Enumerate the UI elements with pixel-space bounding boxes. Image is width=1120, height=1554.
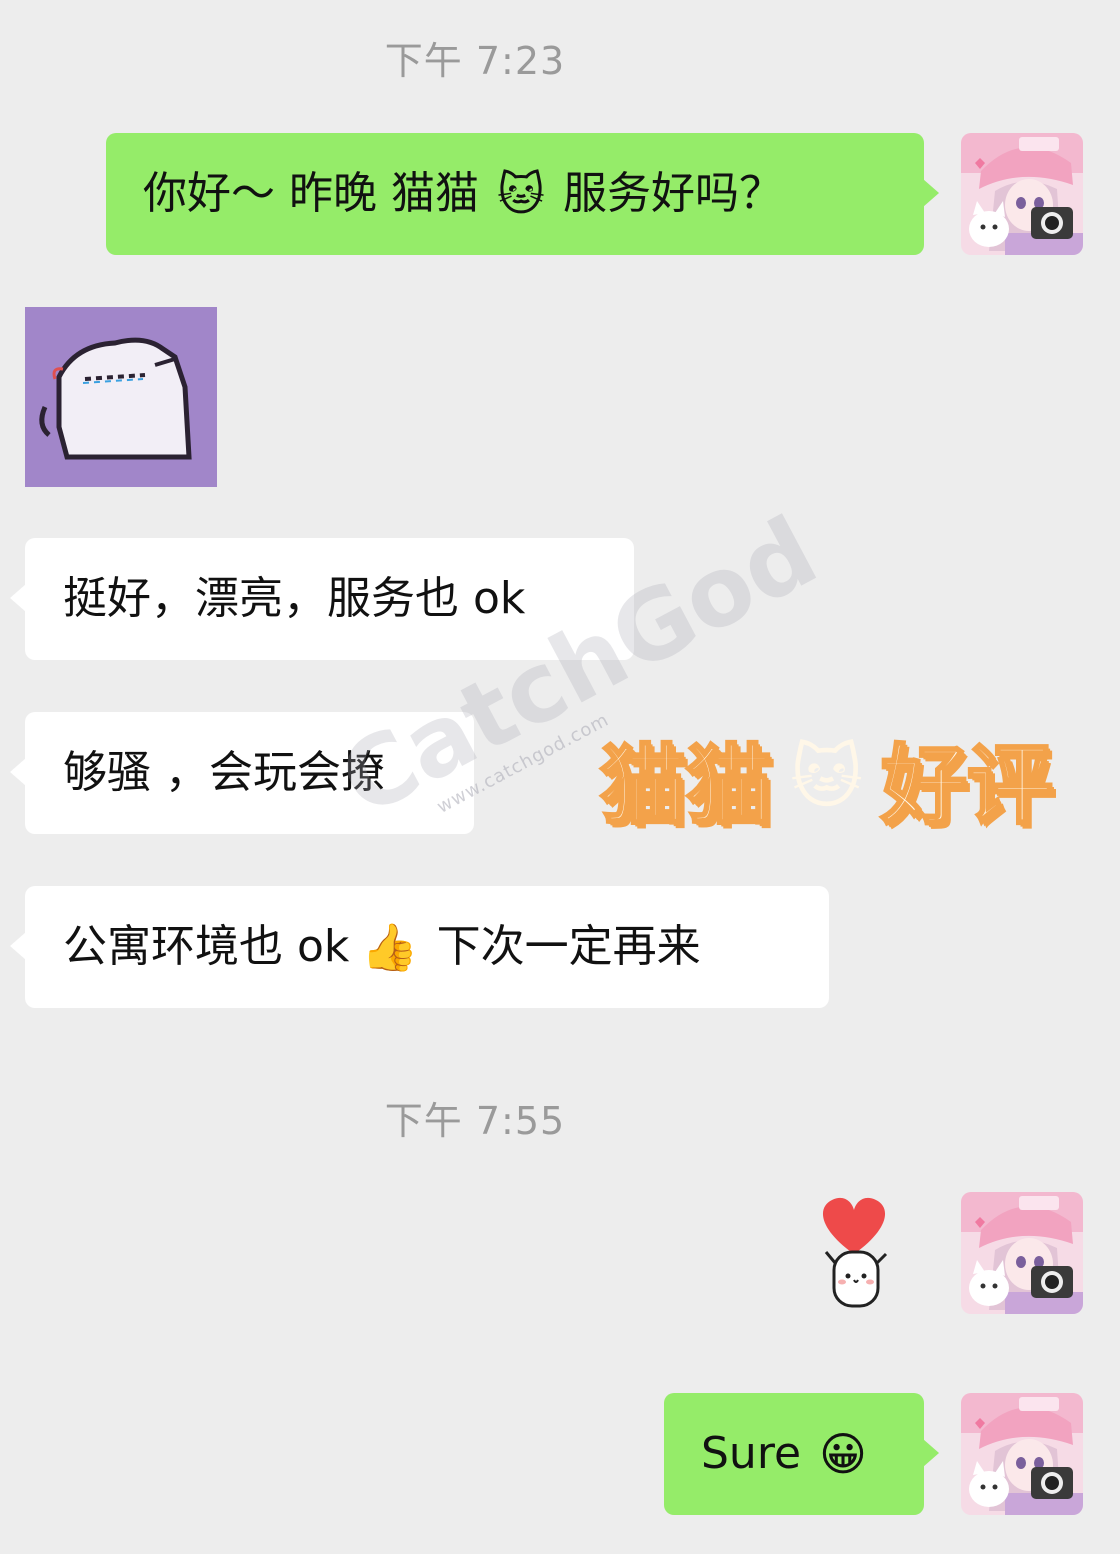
sticker-message[interactable]	[812, 1190, 896, 1318]
avatar[interactable]	[961, 133, 1083, 255]
anime-girl-with-camera-avatar-icon	[961, 1192, 1083, 1314]
outgoing-message[interactable]: 你好～ 昨晚 猫猫 🐱 服务好吗？	[106, 133, 939, 255]
praise-overlay: 猫猫 🐱 好评	[599, 722, 1055, 837]
overlay-text: 猫猫	[599, 734, 774, 837]
sticker-message[interactable]	[25, 307, 217, 487]
avatar[interactable]	[961, 1393, 1083, 1515]
timestamp: 下午 7:55	[384, 1099, 566, 1143]
message-text: 服务好吗？	[562, 168, 783, 219]
anime-girl-with-camera-avatar-icon	[961, 133, 1083, 255]
message-text: Sure	[701, 1428, 802, 1479]
white-cat-sticker-icon	[25, 307, 217, 487]
message-text: 公寓环境也 ok	[63, 921, 350, 972]
overlay-text: 好评	[879, 734, 1054, 837]
message-text: 你好～ 昨晚 猫猫	[143, 168, 479, 219]
grinning-face-emoji: 😀	[819, 1427, 867, 1481]
avatar[interactable]	[961, 1192, 1083, 1314]
anime-girl-with-camera-avatar-icon	[961, 1393, 1083, 1515]
message-text: 下次一定再来	[436, 921, 701, 972]
timestamp: 下午 7:23	[384, 39, 566, 83]
thumbs-up-emoji: 👍	[361, 920, 419, 974]
incoming-message[interactable]: 公寓环境也 ok 👍 下次一定再来	[10, 886, 829, 1008]
cat-emoji: 🐱	[496, 167, 545, 221]
outgoing-message[interactable]: Sure 😀	[664, 1393, 939, 1515]
marshmallow-heart-sticker-icon	[822, 1197, 888, 1308]
cat-emoji: 🐱	[790, 736, 863, 818]
